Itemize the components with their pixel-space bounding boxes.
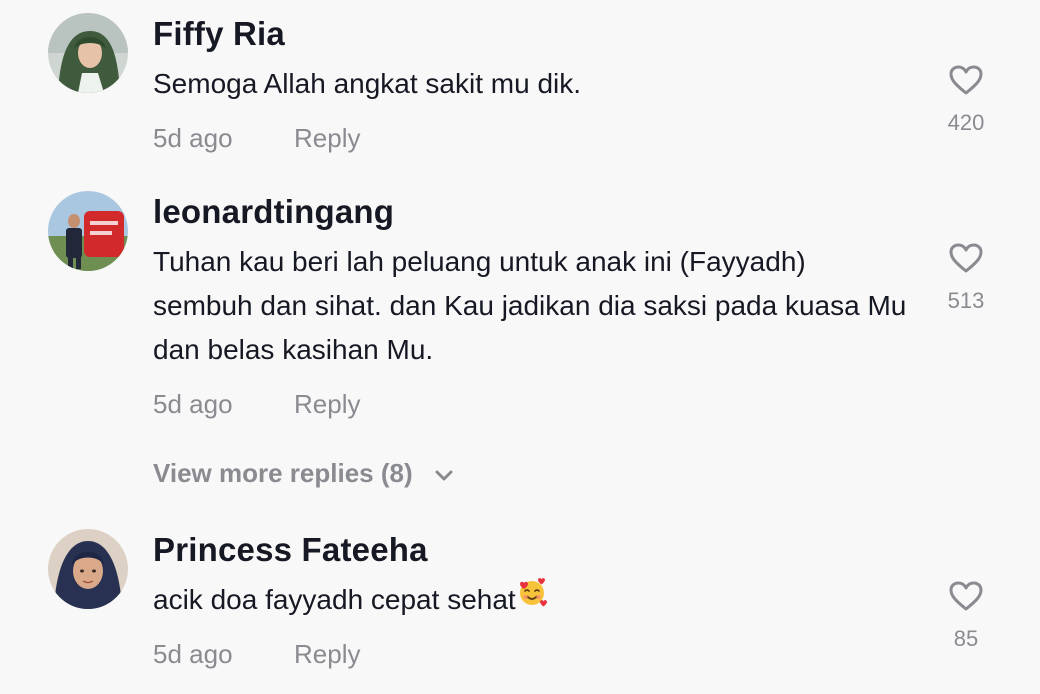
reply-button[interactable]: Reply bbox=[294, 389, 360, 420]
like-count: 420 bbox=[947, 110, 985, 135]
comment-username[interactable]: Princess Fateeha bbox=[153, 531, 428, 569]
comment-text: Tuhan kau beri lah peluang untuk anak in… bbox=[153, 246, 907, 365]
comment-timestamp: 5d ago bbox=[153, 389, 233, 419]
reply-button[interactable]: Reply bbox=[294, 123, 360, 154]
heart-icon bbox=[949, 581, 983, 611]
reply-button[interactable]: Reply bbox=[294, 639, 360, 670]
heart-icon bbox=[949, 243, 983, 273]
comment-timestamp: 5d ago bbox=[153, 123, 233, 153]
comment-text: Semoga Allah angkat sakit mu dik. bbox=[153, 68, 582, 99]
avatar-hijab-green-icon bbox=[48, 13, 128, 93]
comment-timestamp: 5d ago bbox=[153, 639, 233, 669]
avatar-hijab-navy-icon bbox=[48, 529, 128, 609]
like-button[interactable]: 420 bbox=[930, 64, 1002, 136]
avatar[interactable] bbox=[48, 13, 128, 93]
comment-meta: 5d ago Reply bbox=[153, 389, 360, 420]
avatar[interactable] bbox=[48, 191, 128, 271]
heart-icon bbox=[949, 65, 983, 95]
view-more-replies-button[interactable]: View more replies (8) bbox=[153, 458, 454, 489]
comment-text-content: acik doa fayyadh cepat sehat bbox=[153, 584, 516, 615]
comment-list: Fiffy Ria Semoga Allah angkat sakit mu d… bbox=[0, 0, 1040, 694]
comment-meta: 5d ago Reply bbox=[153, 123, 360, 154]
smiling-face-with-hearts-icon bbox=[516, 576, 548, 621]
like-count: 85 bbox=[953, 626, 979, 651]
comment-username[interactable]: leonardtingang bbox=[153, 193, 394, 231]
comment-meta: 5d ago Reply bbox=[153, 639, 360, 670]
comment-text: acik doa fayyadh cepat sehat bbox=[153, 578, 913, 622]
avatar-man-red-sign-icon bbox=[48, 191, 128, 271]
like-button[interactable]: 85 bbox=[930, 580, 1002, 652]
avatar[interactable] bbox=[48, 529, 128, 609]
comment-username[interactable]: Fiffy Ria bbox=[153, 15, 285, 53]
like-count: 513 bbox=[947, 288, 985, 313]
like-button[interactable]: 513 bbox=[930, 242, 1002, 314]
chevron-down-icon bbox=[434, 458, 454, 489]
view-more-replies-label: View more replies (8) bbox=[153, 458, 413, 488]
